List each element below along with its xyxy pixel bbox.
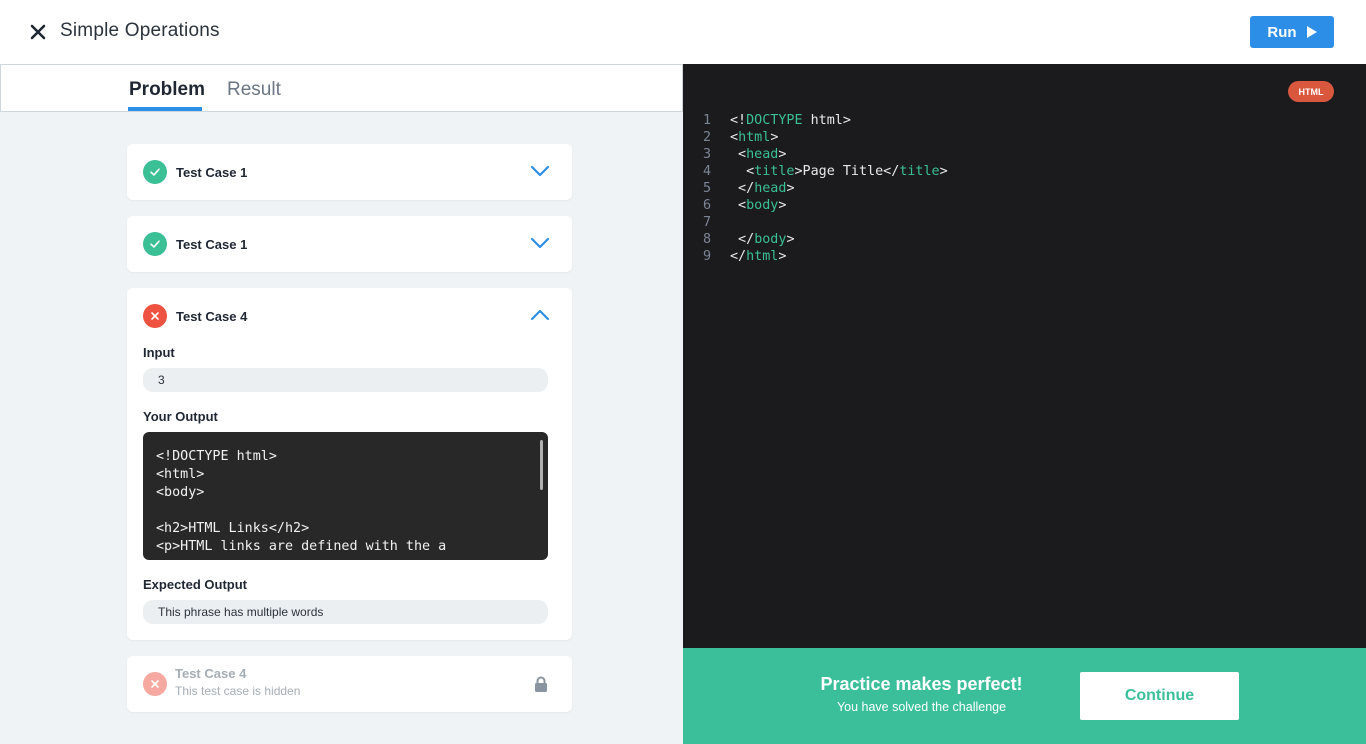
line-number: 2 [703,130,712,145]
line-number: 5 [703,181,712,196]
text-token: <! [730,113,747,128]
text-token: > [939,164,948,179]
test-case-header: Test Case 1 [143,160,247,184]
test-case-header: Test Case 1 [143,232,247,256]
text-token: > [786,232,795,247]
test-case-card[interactable]: Test Case 1 [127,144,572,200]
editor-line: 8 </body> [703,231,948,248]
output-scrollbar[interactable] [540,440,543,490]
editor-line: 9 </html> [703,248,948,265]
input-value: 3 [143,368,548,392]
editor-line: 2 <html> [703,129,948,146]
text-token: > [778,249,787,264]
line-code: </body> [730,231,795,248]
text-token: > [786,181,795,196]
line-number: 8 [703,232,712,247]
success-banner: Practice makes perfect! You have solved … [683,648,1366,744]
test-case-label: Test Case 4 [175,666,247,681]
line-number: 4 [703,164,712,179]
run-button[interactable]: Run [1250,16,1334,48]
editor-line: 5 </head> [703,180,948,197]
test-case-card-hidden: Test Case 4 This test case is hidden [127,656,572,712]
line-code: <body> [730,197,786,214]
tag-token: title [754,164,795,179]
your-output-label: Your Output [143,409,218,424]
test-case-card[interactable]: Test Case 1 [127,216,572,272]
text-token: </ [730,181,755,196]
output-code-text: <!DOCTYPE html> <html> <body> <h2>HTML L… [156,449,447,554]
text-token: html> [802,113,851,128]
text-token: </ [730,232,755,247]
close-icon[interactable] [28,22,48,42]
chevron-down-icon[interactable] [530,237,550,249]
top-bar: Simple Operations Run [0,0,1366,64]
tag-token: body [746,198,779,213]
check-icon [143,232,167,256]
text-token: > [778,198,787,213]
line-code: </head> [730,180,795,197]
chevron-down-icon[interactable] [530,165,550,177]
editor-line: 4 <title>Page Title</title> [703,163,948,180]
tag-token: body [754,232,787,247]
editor-line: 1 <!DOCTYPE html> [703,112,948,129]
code-editor[interactable]: HTML 1 <!DOCTYPE html> 2 <html> 3 <head> 4 <t… [683,64,1366,648]
page-title: Simple Operations [60,20,220,41]
tab-bar: Problem Result [0,64,683,112]
editor-line: 3 <head> [703,146,948,163]
hidden-case-subtitle: This test case is hidden [175,684,301,698]
active-tab-indicator [128,107,202,111]
text-token: < [730,130,739,145]
check-icon [143,160,167,184]
text-token: >Page Title</ [794,164,900,179]
test-case-label: Test Case 1 [176,236,248,252]
language-badge: HTML [1288,81,1334,102]
text-token: < [730,147,747,162]
tab-result[interactable]: Result [227,79,281,101]
line-number: 6 [703,198,712,213]
text-token: < [730,164,755,179]
text-token: > [778,147,787,162]
test-case-label: Test Case 1 [176,164,248,180]
line-code: <title>Page Title</title> [730,163,948,180]
run-button-label: Run [1267,23,1297,41]
editor-lines[interactable]: 1 <!DOCTYPE html> 2 <html> 3 <head> 4 <title>… [703,112,948,265]
x-icon [143,672,167,696]
x-icon [143,304,167,328]
line-code: <!DOCTYPE html> [730,112,851,129]
tag-token: title [899,164,940,179]
expected-output-label: Expected Output [143,577,248,592]
problem-panel: Problem Result Test Case 1 Test Case 1 T… [0,64,683,744]
tag-token: head [746,147,779,162]
tag-token: html [738,130,771,145]
play-icon [1306,26,1317,38]
text-token: < [730,198,747,213]
input-label: Input [143,345,175,360]
text-token: > [770,130,779,145]
tag-token: html [746,249,779,264]
editor-line: 7 [703,214,948,231]
test-case-label: Test Case 4 [176,308,248,324]
test-case-card-expanded: Test Case 4 Input 3 Your Output <!DOCTYP… [127,288,572,640]
continue-button[interactable]: Continue [1080,672,1239,720]
line-number: 7 [703,215,712,230]
chevron-up-icon[interactable] [530,309,550,321]
text-token: </ [730,249,747,264]
line-code: </html> [730,248,786,265]
your-output-code[interactable]: <!DOCTYPE html> <html> <body> <h2>HTML L… [143,432,548,560]
editor-line: 6 <body> [703,197,948,214]
tag-token: DOCTYPE [746,113,803,128]
line-number: 1 [703,113,712,128]
tab-problem[interactable]: Problem [129,79,205,101]
line-number: 3 [703,147,712,162]
lock-icon [535,676,547,692]
line-code: <html> [730,129,778,146]
line-number: 9 [703,249,712,264]
tag-token: head [754,181,787,196]
test-case-header[interactable]: Test Case 4 [143,304,247,328]
line-code: <head> [730,146,786,163]
expected-output-value: This phrase has multiple words [143,600,548,624]
